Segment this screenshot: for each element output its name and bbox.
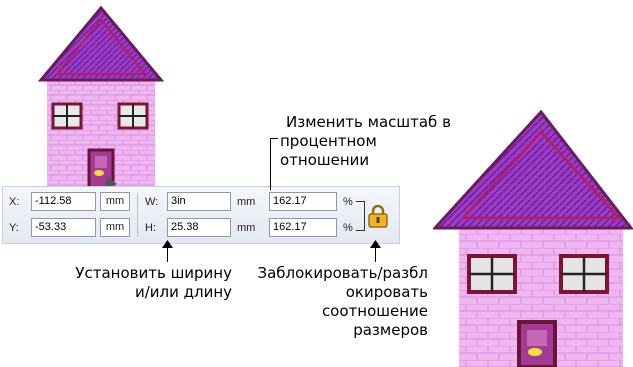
transform-toolbar: X: -112.58 mm Y: -53.33 mm W: 3in mm H: … [2, 186, 400, 244]
y-position-field[interactable]: -53.33 [31, 218, 96, 237]
scale-caption-line-1: Изменить масштаб в [286, 113, 451, 131]
width-percent-sign: % [343, 196, 353, 208]
y-unit-label: mm [100, 218, 130, 237]
scale-pointer-line [270, 138, 271, 190]
lock-ratio-caption: Заблокировать/разбл окировать соотношени… [226, 264, 428, 340]
w-label: W: [145, 196, 159, 208]
w-unit-label: mm [237, 196, 256, 208]
x-position-field[interactable]: -112.58 [31, 192, 96, 211]
lock-icon[interactable] [367, 204, 389, 228]
height-field[interactable]: 25.38 [167, 218, 231, 237]
scale-caption-line-2: процентном [280, 132, 377, 150]
height-percent-field[interactable]: 162.17 [269, 218, 337, 237]
x-label: X: [9, 196, 20, 208]
set-size-caption: Установить ширину и/или длину [12, 264, 232, 302]
size-caption-line-2: и/или длину [134, 283, 232, 301]
lock-pointer-arrow [370, 240, 381, 248]
h-label: H: [145, 222, 156, 234]
scale-pointer-tick [270, 138, 278, 139]
size-caption-line-1: Установить ширину [75, 264, 232, 282]
lock-bracket [356, 201, 365, 231]
y-label: Y: [9, 222, 19, 234]
x-unit-label: mm [100, 192, 130, 211]
lock-caption-line-4: размеров [353, 321, 428, 339]
scale-percent-caption: Изменить масштаб в процентном отношении [268, 113, 488, 170]
h-unit-label: mm [237, 222, 256, 234]
scale-caption-line-3: отношении [280, 151, 370, 169]
width-field[interactable]: 3in [167, 192, 231, 211]
house-small-image [37, 5, 165, 190]
lock-caption-line-1: Заблокировать/разбл [257, 264, 428, 282]
height-percent-sign: % [343, 222, 353, 234]
size-pointer-arrow [162, 240, 173, 248]
lock-caption-line-3: соотношение [321, 302, 428, 320]
lock-caption-line-2: окировать [345, 283, 428, 301]
toolbar-separator [137, 193, 138, 237]
width-percent-field[interactable]: 162.17 [269, 192, 337, 211]
